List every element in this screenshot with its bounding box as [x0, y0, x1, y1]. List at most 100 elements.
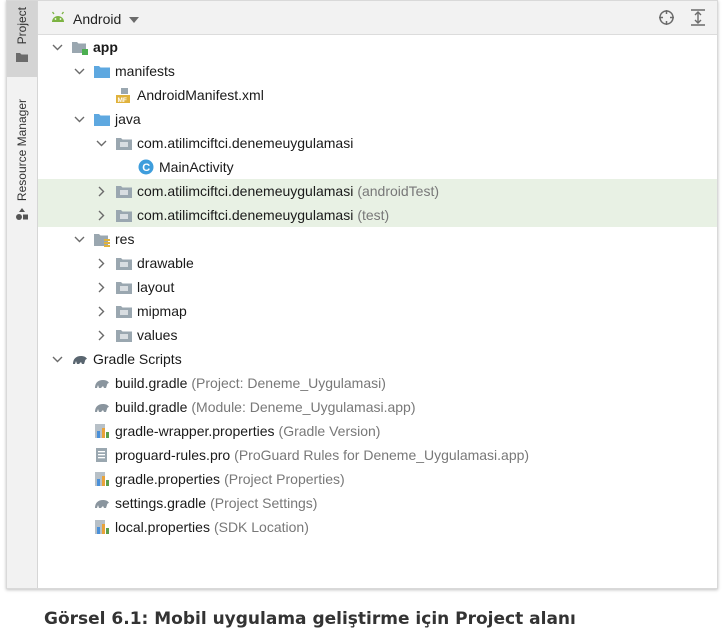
- text-file-icon: [93, 447, 111, 463]
- gradle-file-icon: [93, 399, 111, 415]
- tree-item-label: com.atilimciftci.denemeuygulamasi: [137, 183, 354, 199]
- tree-item-label: gradle-wrapper.properties: [115, 423, 275, 439]
- tree-item-label: layout: [137, 279, 175, 295]
- tree-item-label: com.atilimciftci.denemeuygulamasi: [137, 207, 354, 223]
- chevron-down-icon[interactable]: [95, 137, 107, 149]
- chevron-right-icon[interactable]: [95, 185, 107, 197]
- tree-row[interactable]: java: [38, 107, 717, 131]
- tree-item-hint: (androidTest): [357, 183, 440, 199]
- svg-text:C: C: [142, 162, 150, 174]
- tree-row[interactable]: drawable: [38, 251, 717, 275]
- tree-row[interactable]: app: [38, 35, 717, 59]
- tree-row[interactable]: settings.gradle (Project Settings): [38, 491, 717, 515]
- res-folder-icon: [93, 231, 111, 247]
- tree-item-label: manifests: [115, 63, 175, 79]
- tree-row[interactable]: com.atilimciftci.denemeuygulamasi: [38, 131, 717, 155]
- tree-row[interactable]: com.atilimciftci.denemeuygulamasi (androi…: [38, 179, 717, 203]
- chevron-right-icon[interactable]: [95, 209, 107, 221]
- project-toolbar: Android: [38, 1, 717, 35]
- tree-item-label: AndroidManifest.xml: [137, 87, 264, 103]
- tree-item-label: drawable: [137, 255, 194, 271]
- tree-item-label: mipmap: [137, 303, 187, 319]
- locate-target-icon[interactable]: [642, 9, 675, 31]
- package-icon: [115, 303, 133, 319]
- tree-row[interactable]: values: [38, 323, 717, 347]
- folder-blue-icon: [93, 63, 111, 79]
- resource-manager-tab[interactable]: Resource Manager: [7, 93, 37, 243]
- project-tab-label: Project: [15, 7, 29, 45]
- chevron-right-icon[interactable]: [95, 257, 107, 269]
- manifest-file-icon: MF: [115, 87, 133, 103]
- tree-item-hint: (Module: Deneme_Uygulamasi.app): [191, 399, 416, 415]
- tree-row[interactable]: gradle.properties (Project Properties): [38, 467, 717, 491]
- tree-item-label: build.gradle: [115, 375, 188, 391]
- chevron-right-icon[interactable]: [95, 329, 107, 341]
- tree-item-hint: (Gradle Version): [278, 423, 381, 439]
- chevron-down-icon[interactable]: [51, 41, 63, 53]
- chevron-down-icon[interactable]: [51, 353, 63, 365]
- package-icon: [115, 135, 133, 151]
- chevron-right-icon[interactable]: [95, 305, 107, 317]
- view-selector[interactable]: Android: [50, 10, 140, 28]
- tree-item-hint: (test): [357, 207, 390, 223]
- chevron-down-icon[interactable]: [73, 65, 85, 77]
- chevron-down-icon[interactable]: [73, 113, 85, 125]
- folder-blue-icon: [93, 111, 111, 127]
- tree-item-label: proguard-rules.pro: [115, 447, 231, 463]
- chevron-down-icon: [129, 10, 140, 28]
- expand-all-icon[interactable]: [675, 9, 705, 31]
- package-icon: [115, 279, 133, 295]
- properties-file-icon: [93, 471, 111, 487]
- package-icon: [115, 207, 133, 223]
- properties-file-icon: [93, 519, 111, 535]
- figure-caption: Görsel 6.1: Mobil uygulama geliştirme iç…: [44, 609, 576, 629]
- tree-item-hint: (SDK Location): [213, 519, 309, 535]
- tree-item-label: values: [137, 327, 178, 343]
- tree-row[interactable]: MF AndroidManifest.xml: [38, 83, 717, 107]
- package-icon: [115, 183, 133, 199]
- properties-file-icon: [93, 423, 111, 439]
- package-icon: [115, 327, 133, 343]
- android-icon: [50, 10, 66, 28]
- project-tree: app manifests MF AndroidManifest.xml java com…: [38, 35, 717, 588]
- svg-text:MF: MF: [118, 97, 127, 103]
- tree-row[interactable]: build.gradle (Project: Deneme_Uygulamasi): [38, 371, 717, 395]
- tree-row[interactable]: Gradle Scripts: [38, 347, 717, 371]
- chevron-down-icon[interactable]: [73, 233, 85, 245]
- package-icon: [115, 255, 133, 271]
- toolbar-actions: [642, 9, 705, 31]
- tree-item-label: java: [115, 111, 141, 127]
- folder-icon: [15, 50, 29, 68]
- tree-item-hint: (ProGuard Rules for Deneme_Uygulamasi.ap…: [234, 447, 530, 463]
- class-icon: C: [137, 159, 155, 175]
- gradle-icon: [71, 351, 89, 367]
- tree-item-label: build.gradle: [115, 399, 188, 415]
- gradle-file-icon: [93, 375, 111, 391]
- tree-row[interactable]: layout: [38, 275, 717, 299]
- view-selector-label: Android: [73, 11, 122, 27]
- tree-row[interactable]: gradle-wrapper.properties (Gradle Version…: [38, 419, 717, 443]
- tree-row[interactable]: com.atilimciftci.denemeuygulamasi (test): [38, 203, 717, 227]
- left-tool-strip: Project Resource Manager: [7, 1, 38, 588]
- tree-item-label: com.atilimciftci.denemeuygulamasi: [137, 135, 354, 151]
- chevron-right-icon[interactable]: [95, 281, 107, 293]
- tree-row[interactable]: mipmap: [38, 299, 717, 323]
- tree-row[interactable]: local.properties (SDK Location): [38, 515, 717, 539]
- module-folder-icon: [71, 39, 89, 55]
- gradle-file-icon: [93, 495, 111, 511]
- tree-item-label: res: [115, 231, 135, 247]
- tree-row[interactable]: C MainActivity: [38, 155, 717, 179]
- tree-row[interactable]: manifests: [38, 59, 717, 83]
- project-tool-window: Project Resource Manager Android app man…: [6, 0, 718, 589]
- tree-item-label: app: [93, 39, 118, 55]
- tree-item-label: Gradle Scripts: [93, 351, 182, 367]
- resource-manager-icon: [15, 207, 29, 226]
- tree-row[interactable]: build.gradle (Module: Deneme_Uygulamasi.a…: [38, 395, 717, 419]
- tree-item-label: gradle.properties: [115, 471, 221, 487]
- tree-item-label: settings.gradle: [115, 495, 207, 511]
- tree-item-label: local.properties: [115, 519, 210, 535]
- tree-item-hint: (Project Properties): [224, 471, 345, 487]
- tree-row[interactable]: proguard-rules.pro (ProGuard Rules for De…: [38, 443, 717, 467]
- project-tool-tab[interactable]: Project: [7, 1, 37, 77]
- tree-row[interactable]: res: [38, 227, 717, 251]
